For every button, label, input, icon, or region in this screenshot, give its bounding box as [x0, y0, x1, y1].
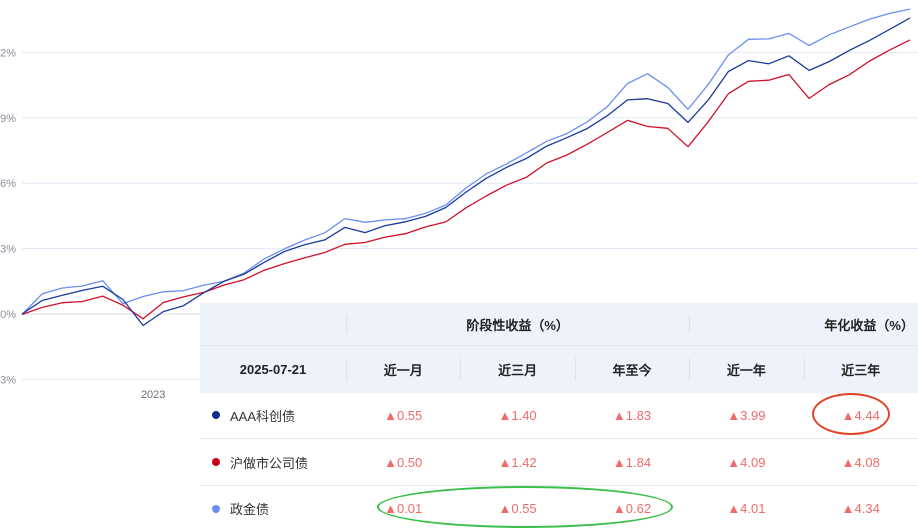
- legend-dot-icon: [212, 458, 220, 467]
- up-arrow-icon: ▲: [612, 407, 626, 423]
- y-tick-label: 9%: [0, 113, 16, 125]
- returns-table: 阶段性收益（%） 年化收益（%） 2025-07-21 近一月 近三月 年至今 …: [200, 303, 918, 531]
- up-arrow-icon: ▲: [727, 407, 741, 423]
- return-value: ▲ 0.55: [498, 501, 537, 517]
- up-arrow-icon: ▲: [841, 407, 855, 423]
- return-value: ▲ 1.84: [612, 454, 652, 470]
- column-header: 近一年: [689, 346, 803, 393]
- return-value: ▲ 1.42: [498, 454, 537, 470]
- x-tick-label: 2023: [141, 389, 165, 401]
- return-value: ▲ 4.34: [841, 501, 880, 517]
- fund-name-cell: 沪做市公司债: [200, 439, 346, 485]
- up-arrow-icon: ▲: [498, 454, 512, 470]
- y-tick-label: 12%: [0, 47, 16, 59]
- table-group-header-row: 阶段性收益（%） 年化收益（%）: [200, 303, 918, 345]
- return-value: ▲ 4.09: [727, 454, 766, 470]
- y-tick-label: 0%: [0, 309, 16, 321]
- up-arrow-icon: ▲: [384, 501, 397, 517]
- fund-name: 沪做市公司债: [230, 455, 309, 471]
- table-row: AAA科创债 ▲ 0.55 ▲ 1.40 ▲ 1.83 ▲ 3.99 ▲ 4.44: [200, 392, 918, 438]
- up-arrow-icon: ▲: [841, 501, 855, 517]
- column-header: 近三月: [460, 346, 574, 393]
- up-arrow-icon: ▲: [727, 454, 741, 470]
- return-value: ▲ 0.01: [384, 501, 423, 517]
- up-arrow-icon: ▲: [384, 407, 397, 423]
- fund-name: AAA科创债: [230, 408, 296, 424]
- return-value: ▲ 0.55: [384, 407, 423, 423]
- fund-name-cell: 政金债: [200, 486, 346, 532]
- fund-name: 政金债: [230, 502, 270, 518]
- series-line-2: [21, 39, 911, 320]
- up-arrow-icon: ▲: [498, 407, 512, 423]
- y-tick-label: -3%: [0, 374, 16, 386]
- return-value: ▲ 3.99: [727, 407, 766, 423]
- return-value: ▲ 4.44: [841, 407, 880, 423]
- series-line-3: [21, 8, 911, 315]
- return-value: ▲ 4.01: [727, 501, 766, 517]
- up-arrow-icon: ▲: [498, 501, 512, 517]
- return-value: ▲ 1.40: [498, 407, 537, 423]
- up-arrow-icon: ▲: [727, 501, 741, 517]
- return-value: ▲ 4.08: [841, 454, 880, 470]
- column-header: 近三年: [803, 346, 918, 393]
- return-value: ▲ 0.62: [612, 501, 652, 517]
- up-arrow-icon: ▲: [612, 501, 626, 517]
- group-header-annualized-returns: 年化收益（%）: [689, 303, 918, 345]
- y-tick-label: 3%: [0, 244, 16, 256]
- table-row: 沪做市公司债 ▲ 0.50 ▲ 1.42 ▲ 1.84 ▲ 4.09 ▲ 4.08: [200, 438, 918, 485]
- y-tick-label: 6%: [0, 178, 16, 190]
- table-row: 政金债 ▲ 0.01 ▲ 0.55 ▲ 0.62 ▲ 4.01 ▲ 4.34: [200, 484, 918, 532]
- legend-dot-icon: [212, 504, 220, 513]
- column-header: 年至今: [574, 346, 689, 393]
- return-value: ▲ 0.50: [384, 454, 423, 470]
- up-arrow-icon: ▲: [384, 454, 397, 470]
- table-column-header-row: 2025-07-21 近一月 近三月 年至今 近一年 近三年: [200, 345, 918, 393]
- date-header: 2025-07-21: [239, 362, 307, 377]
- up-arrow-icon: ▲: [841, 454, 855, 470]
- legend-dot-icon: [212, 411, 220, 419]
- group-header-period-returns: 阶段性收益（%）: [346, 303, 689, 345]
- series-line-1: [21, 17, 911, 327]
- up-arrow-icon: ▲: [612, 454, 626, 470]
- return-value: ▲ 1.83: [612, 407, 652, 423]
- fund-name-cell: AAA科创债: [200, 392, 346, 438]
- column-header: 近一月: [346, 346, 460, 393]
